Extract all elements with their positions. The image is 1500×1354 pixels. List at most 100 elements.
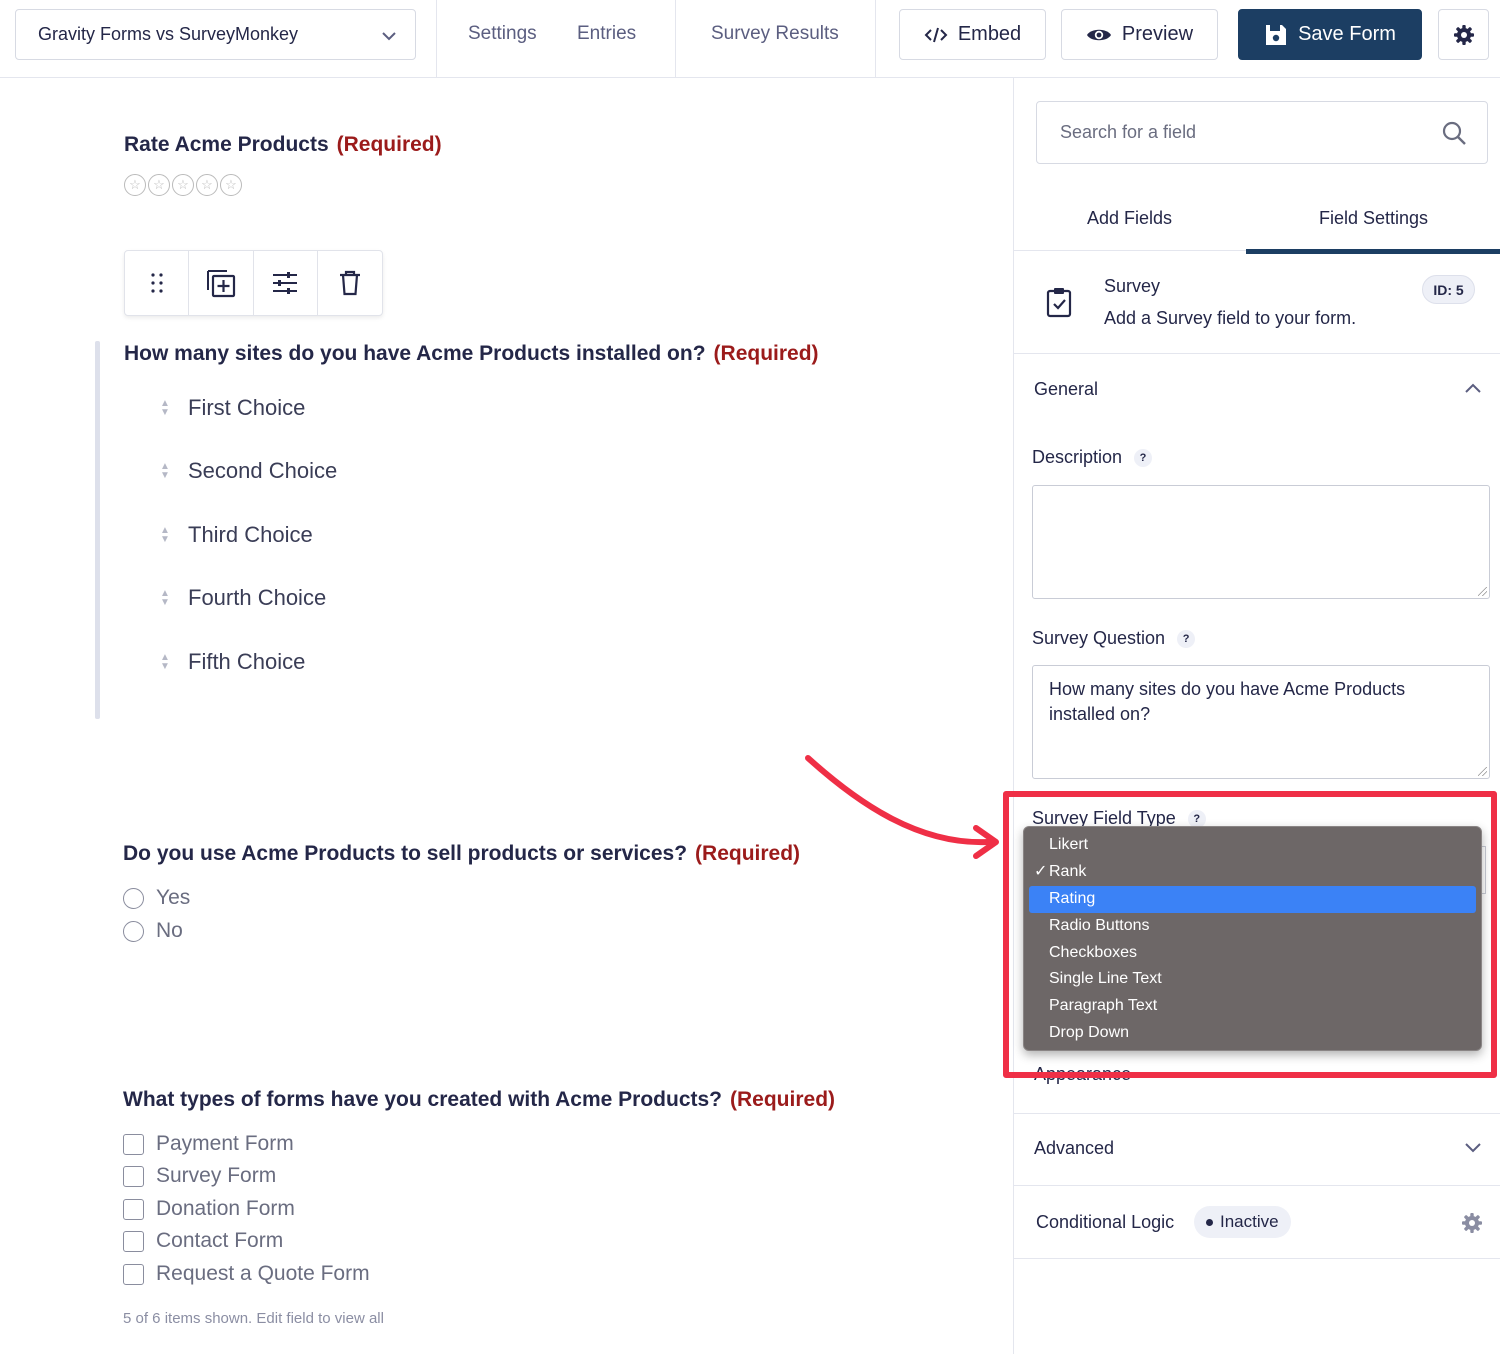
floppy-disk-icon bbox=[1266, 24, 1287, 45]
form-name: Gravity Forms vs SurveyMonkey bbox=[38, 24, 299, 44]
rank-choice[interactable]: ▲ ▼ Fifth Choice bbox=[156, 649, 305, 675]
drag-handle-button[interactable] bbox=[125, 251, 190, 315]
field-type-title: Survey bbox=[1104, 276, 1161, 296]
checkbox-option[interactable]: Donation Form bbox=[123, 1197, 295, 1221]
delete-field-button[interactable] bbox=[318, 251, 382, 315]
rank-choice[interactable]: ▲ ▼ Second Choice bbox=[156, 458, 337, 484]
form-selector[interactable]: Gravity Forms vs SurveyMonkey bbox=[15, 9, 416, 60]
divider bbox=[875, 0, 876, 78]
required-label: (Required) bbox=[336, 133, 442, 156]
star-icon: ☆ bbox=[220, 174, 242, 196]
help-icon[interactable]: ? bbox=[1177, 629, 1196, 648]
radio-option[interactable]: Yes bbox=[123, 886, 190, 910]
checkbox[interactable] bbox=[123, 1230, 144, 1252]
field-type-description: Add a Survey field to your form. bbox=[1104, 308, 1357, 328]
field-settings-button[interactable] bbox=[254, 251, 318, 315]
checkbox-field-title[interactable]: What types of forms have you created wit… bbox=[123, 1088, 835, 1112]
star-icon: ☆ bbox=[148, 174, 170, 196]
duplicate-field-button[interactable] bbox=[189, 251, 254, 315]
menu-option-likert[interactable]: Likert bbox=[1024, 832, 1481, 859]
active-tab-indicator bbox=[1246, 249, 1500, 254]
general-section-title[interactable]: General bbox=[1034, 379, 1098, 400]
gear-icon[interactable] bbox=[1461, 1212, 1483, 1234]
radio-field-title[interactable]: Do you use Acme Products to sell product… bbox=[123, 842, 800, 866]
status-dot bbox=[1206, 1218, 1213, 1226]
nav-entries[interactable]: Entries bbox=[577, 23, 636, 45]
divider bbox=[675, 0, 676, 78]
preview-button[interactable]: Preview bbox=[1061, 9, 1218, 60]
rank-field-title[interactable]: How many sites do you have Acme Products… bbox=[124, 342, 819, 366]
chevron-up-icon[interactable] bbox=[1463, 381, 1483, 395]
sort-handle-icon: ▲ ▼ bbox=[160, 588, 170, 608]
status-text: Inactive bbox=[1220, 1212, 1279, 1231]
option-label: Likert bbox=[1049, 836, 1089, 853]
checkbox-label: Contact Form bbox=[156, 1229, 284, 1252]
chevron-down-icon[interactable] bbox=[1463, 1140, 1483, 1154]
radio-button[interactable] bbox=[123, 920, 144, 942]
description-textarea[interactable] bbox=[1032, 485, 1490, 599]
option-label: Rating bbox=[1049, 889, 1096, 907]
menu-option-drop-down[interactable]: Drop Down bbox=[1024, 1020, 1481, 1047]
rank-choice-label: Fourth Choice bbox=[188, 585, 327, 610]
clipboard-check-icon bbox=[1046, 288, 1072, 318]
annotation-arrow bbox=[805, 755, 999, 859]
checkbox-option[interactable]: Survey Form bbox=[123, 1164, 276, 1188]
field-label: What types of forms have you created wit… bbox=[123, 1088, 723, 1111]
checkbox-option[interactable]: Payment Form bbox=[123, 1132, 294, 1156]
checkbox-label: Request a Quote Form bbox=[156, 1262, 370, 1285]
rank-choice[interactable]: ▲ ▼ First Choice bbox=[156, 395, 305, 421]
field-search-input[interactable]: Search for a field bbox=[1036, 101, 1488, 164]
radio-button[interactable] bbox=[123, 887, 144, 909]
conditional-logic-title[interactable]: Conditional Logic bbox=[1036, 1212, 1174, 1233]
option-label: Drop Down bbox=[1049, 1024, 1130, 1042]
survey-question-textarea[interactable]: How many sites do you have Acme Products… bbox=[1032, 665, 1490, 779]
divider bbox=[1014, 353, 1500, 354]
rank-choice[interactable]: ▲ ▼ Fourth Choice bbox=[156, 585, 326, 611]
divider bbox=[1014, 1113, 1500, 1114]
radio-label: Yes bbox=[156, 886, 191, 909]
checkbox-option[interactable]: Contact Form bbox=[123, 1229, 283, 1253]
advanced-section-title[interactable]: Advanced bbox=[1034, 1138, 1114, 1159]
star-rating: ☆ ☆ ☆ ☆ ☆ bbox=[124, 174, 242, 196]
menu-option-single-line-text[interactable]: Single Line Text bbox=[1024, 966, 1481, 993]
checkbox[interactable] bbox=[123, 1263, 144, 1285]
checkbox[interactable] bbox=[123, 1133, 144, 1155]
option-label: Single Line Text bbox=[1049, 970, 1162, 988]
option-label: Paragraph Text bbox=[1049, 997, 1158, 1015]
textarea-value: How many sites do you have Acme Products… bbox=[1049, 679, 1406, 724]
menu-option-radio-buttons[interactable]: Radio Buttons bbox=[1024, 913, 1481, 940]
sliders-icon bbox=[273, 272, 298, 294]
help-icon[interactable]: ? bbox=[1134, 448, 1153, 467]
save-form-button[interactable]: Save Form bbox=[1238, 9, 1422, 60]
menu-option-paragraph-text[interactable]: Paragraph Text bbox=[1024, 993, 1481, 1020]
trash-icon bbox=[339, 270, 360, 296]
option-label: Radio Buttons bbox=[1049, 916, 1150, 934]
field-id-badge: ID: 5 bbox=[1422, 275, 1475, 304]
rating-field-title[interactable]: Rate Acme Products (Required) bbox=[124, 133, 442, 157]
radio-option[interactable]: No bbox=[123, 919, 183, 943]
resize-handle[interactable] bbox=[1478, 767, 1487, 776]
checkbox-option[interactable]: Request a Quote Form bbox=[123, 1262, 370, 1286]
tab-field-settings[interactable]: Field Settings bbox=[1319, 208, 1428, 229]
nav-survey-results[interactable]: Survey Results bbox=[711, 23, 839, 45]
star-icon: ☆ bbox=[196, 174, 218, 196]
menu-option-rank[interactable]: ✓ Rank bbox=[1024, 859, 1481, 886]
resize-handle[interactable] bbox=[1478, 587, 1487, 596]
divider bbox=[1014, 1185, 1500, 1186]
embed-button[interactable]: Embed bbox=[899, 9, 1046, 60]
description-label: Description ? bbox=[1032, 447, 1153, 468]
tab-add-fields[interactable]: Add Fields bbox=[1087, 208, 1172, 229]
checkbox[interactable] bbox=[123, 1165, 144, 1187]
settings-gear-button[interactable] bbox=[1438, 9, 1489, 60]
sort-handle-icon: ▲ ▼ bbox=[160, 398, 170, 418]
checkbox[interactable] bbox=[123, 1198, 144, 1220]
menu-option-rating[interactable]: Rating bbox=[1029, 885, 1476, 913]
menu-option-checkboxes[interactable]: Checkboxes bbox=[1024, 940, 1481, 967]
rank-choice-label: Third Choice bbox=[188, 522, 313, 547]
rank-choice[interactable]: ▲ ▼ Third Choice bbox=[156, 522, 313, 548]
option-label: Rank bbox=[1049, 862, 1087, 880]
sort-handle-icon: ▲ ▼ bbox=[160, 461, 170, 481]
nav-settings[interactable]: Settings bbox=[468, 23, 537, 45]
required-label: (Required) bbox=[695, 842, 801, 865]
eye-icon bbox=[1086, 29, 1111, 40]
